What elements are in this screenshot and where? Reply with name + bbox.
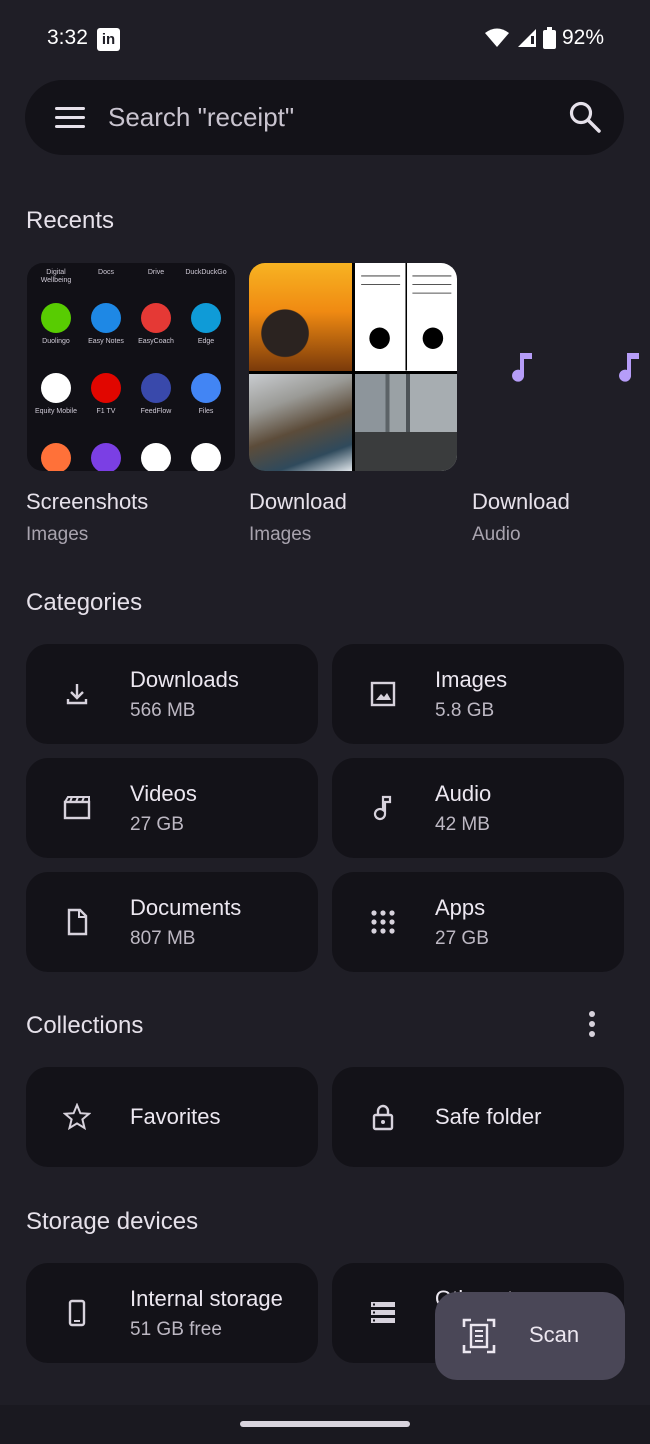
app-icon: [41, 303, 71, 333]
thumb-app: Duolingo: [31, 297, 81, 363]
thumb-app-label: FeedFlow: [140, 408, 172, 415]
recent-screenshots-thumbnail[interactable]: Digital Wellbeing Docs Drive DuckDuckGo Duol…: [27, 263, 235, 471]
app-icon: [191, 443, 221, 471]
signal-icon: [517, 29, 536, 47]
category-size: 566 MB: [130, 700, 196, 721]
status-indicators: 92%: [484, 26, 604, 50]
menu-icon[interactable]: [55, 107, 85, 129]
apps-grid-icon: [371, 910, 395, 934]
image-icon: [370, 681, 396, 707]
category-size: 807 MB: [130, 928, 196, 949]
thumb-app-label: Edge: [197, 338, 215, 345]
document-scan-icon: [462, 1318, 496, 1354]
app-icon: [141, 373, 171, 403]
category-title: Downloads: [130, 667, 239, 692]
lock-icon: [372, 1104, 394, 1131]
collections-title: Collections: [26, 1012, 144, 1039]
thumb-app: [31, 437, 81, 471]
home-gesture-handle[interactable]: [240, 1421, 410, 1427]
app-icon: [141, 443, 171, 471]
linkedin-notification-icon: in: [97, 28, 120, 51]
category-title: Audio: [435, 781, 492, 806]
thumb-app-label: Duolingo: [42, 338, 70, 345]
app-icon: [191, 373, 221, 403]
thumb-app: Edge: [181, 297, 231, 363]
thumb-app-label: EasyCoach: [138, 338, 174, 345]
thumb-app: F1 TV: [81, 367, 131, 433]
document-icon: [67, 908, 88, 936]
app-icon: [91, 303, 121, 333]
collection-title: Favorites: [130, 1104, 221, 1129]
music-note-icon: [619, 353, 639, 382]
thumb-app-label: Drive: [147, 269, 165, 276]
status-time: 3:32: [47, 26, 88, 49]
recent-title: Download: [249, 489, 347, 514]
recent-subtitle: Audio: [472, 524, 521, 545]
thumb-app: FeedFlow: [131, 367, 181, 433]
app-icon: [91, 373, 121, 403]
app-icon: [91, 443, 121, 471]
app-icon: [141, 303, 171, 333]
star-icon: [63, 1103, 91, 1131]
thumb-app: Equity Mobile: [31, 367, 81, 433]
recent-subtitle: Images: [26, 524, 89, 545]
phone-icon: [68, 1299, 86, 1327]
thumb-app: [131, 437, 181, 471]
cat-photo: [249, 263, 352, 371]
city-photo: [354, 373, 457, 471]
battery-icon: [542, 27, 556, 49]
category-title: Apps: [435, 895, 486, 920]
category-title: Images: [435, 667, 508, 692]
category-size: 27 GB: [130, 814, 184, 835]
category-size: 5.8 GB: [435, 700, 495, 721]
storage-title-text: Internal storage: [130, 1286, 283, 1311]
storage-icon: [371, 1302, 395, 1323]
recents-title: Recents: [26, 207, 115, 234]
recent-subtitle: Images: [249, 524, 312, 545]
comic-strip-image: [354, 263, 457, 371]
recent-title: Download: [472, 489, 570, 514]
thumb-app: [81, 437, 131, 471]
thumb-app: [181, 437, 231, 471]
thumb-app-label: Docs: [98, 269, 114, 276]
recent-title: Screenshots: [26, 489, 149, 514]
app-icon: [41, 443, 71, 471]
storage-title: Storage devices: [26, 1208, 199, 1235]
video-icon: [63, 796, 91, 820]
thumb-app: EasyCoach: [131, 297, 181, 363]
recent-download-audio-thumbnail[interactable]: [472, 263, 650, 471]
storage-free: 51 GB free: [130, 1319, 222, 1340]
thumb-app-label: Files: [198, 408, 214, 415]
app-icon: [191, 303, 221, 333]
recent-download-images-thumbnail[interactable]: [249, 263, 457, 471]
thumb-app-label: Equity Mobile: [34, 408, 78, 415]
music-note-icon: [373, 795, 392, 821]
download-icon: [66, 684, 88, 705]
more-options-icon[interactable]: [588, 1010, 596, 1038]
wifi-icon: [484, 28, 509, 47]
scan-button-label: Scan: [529, 1322, 580, 1347]
music-note-icon: [512, 353, 532, 382]
thumb-app-label: F1 TV: [96, 408, 116, 415]
categories-title: Categories: [26, 589, 143, 616]
thumb-app-label: Digital Wellbeing: [40, 269, 72, 284]
category-size: 27 GB: [435, 928, 489, 949]
thumb-app-label: Easy Notes: [88, 338, 124, 345]
category-title: Videos: [130, 781, 197, 806]
category-title: Documents: [130, 895, 242, 920]
thumb-app: Files: [181, 367, 231, 433]
category-size: 42 MB: [435, 814, 490, 835]
thumb-app: Easy Notes: [81, 297, 131, 363]
search-input[interactable]: Search "receipt": [108, 102, 294, 133]
thumb-app-label: DuckDuckGo: [185, 269, 227, 276]
coast-photo: [249, 373, 352, 471]
app-icon: [41, 373, 71, 403]
collection-title: Safe folder: [435, 1104, 542, 1129]
battery-percent: 92%: [561, 26, 604, 49]
search-icon[interactable]: [568, 100, 602, 134]
